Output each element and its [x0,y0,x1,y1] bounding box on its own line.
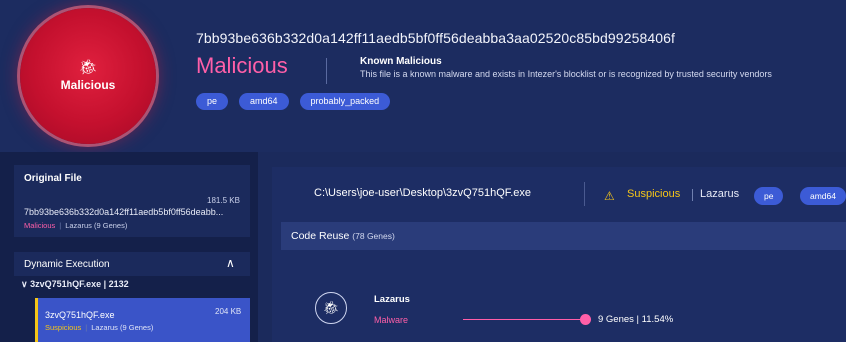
process-tree-item[interactable]: ∨ 3zvQ751hQF.exe | 2132 [21,279,129,290]
process-card[interactable] [35,298,250,342]
bug-icon: 🐞︎ [78,59,98,76]
original-file-size: 181.5 KB [207,196,240,205]
original-file-heading: Original File [24,173,82,184]
gene-share-text: 9 Genes | 11.54% [598,314,674,325]
dynamic-execution-heading: Dynamic Execution [24,259,110,270]
code-reuse-count: (78 Genes) [352,231,395,241]
verdict-badge-label: Malicious [60,78,116,92]
family-type: Malware [374,315,409,325]
divider [326,58,327,84]
process-family: Lazarus (9 Genes) [91,323,154,332]
original-file-verdict: Malicious [24,221,56,230]
process-size: 204 KB [215,307,242,316]
verdict-badge: 🐞︎ Malicious [20,8,156,144]
file-path: C:\Users\joe-user\Desktop\3zvQ751hQF.exe [314,187,532,199]
file-family[interactable]: Lazarus [700,188,739,200]
divider [692,189,693,201]
file-tags: pe amd64 probably_packed [196,93,391,110]
original-file-name[interactable]: 7bb93be636b332d0a142ff11aedb5bf0ff56deab… [24,207,223,217]
code-reuse-title: Code Reuse (78 Genes) [291,230,395,242]
code-reuse-label: Code Reuse [291,230,350,242]
file-verdict: Suspicious [627,188,681,200]
verdict-reason-description: This file is a known malware and exists … [360,69,772,79]
process-name: 3zvQ751hQF.exe [45,310,115,320]
tag-amd64[interactable]: amd64 [800,187,846,205]
original-file-meta: Malicious | Lazarus (9 Genes) [24,221,128,230]
family-name[interactable]: Lazarus [374,294,410,305]
gene-share-bar [463,319,583,320]
chevron-up-icon[interactable]: ∧ [226,256,235,270]
process-meta: Suspicious | Lazarus (9 Genes) [45,323,154,332]
divider [584,182,585,206]
tag-probably-packed[interactable]: probably_packed [299,93,391,110]
bug-icon: 🐞︎ [315,292,347,324]
tag-pe[interactable]: pe [754,187,784,205]
original-file-family: Lazarus (9 Genes) [65,221,128,230]
tag-amd64[interactable]: amd64 [239,93,289,110]
process-verdict: Suspicious [45,323,82,332]
gene-share-marker [580,314,591,325]
tag-pe[interactable]: pe [196,93,229,110]
warning-icon: ⚠︎ [604,189,615,203]
file-hash[interactable]: 7bb93be636b332d0a142ff11aedb5bf0ff56deab… [196,30,675,46]
verdict-reason-title: Known Malicious [360,56,442,67]
verdict-title: Malicious [196,53,288,78]
